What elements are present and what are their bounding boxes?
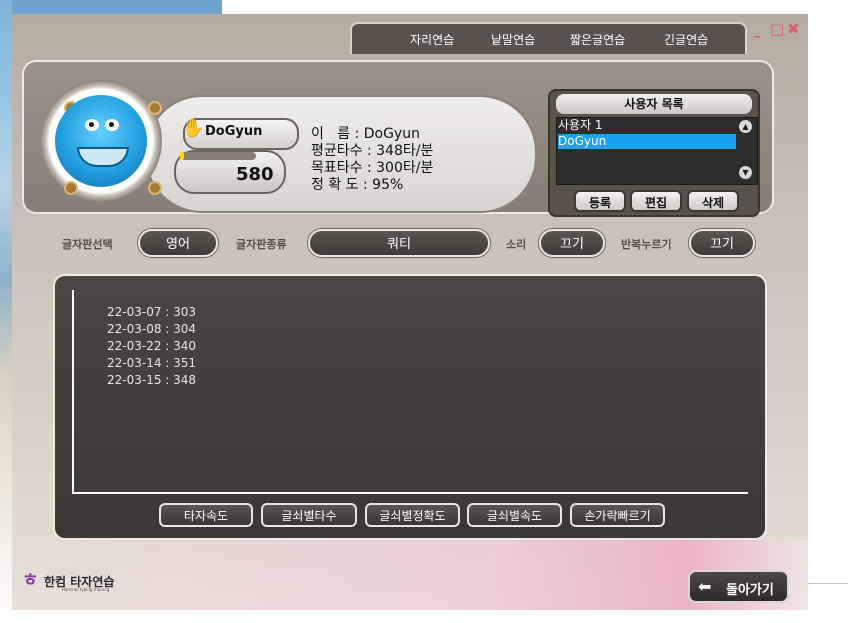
keys-per-key-button[interactable]: 글쇠별타수: [261, 503, 357, 527]
sound-toggle[interactable]: 끄기: [539, 229, 605, 257]
hand-icon: ✋: [182, 118, 205, 139]
scroll-up-icon[interactable]: ▲: [739, 120, 752, 133]
stat-accuracy: 정 확 도 : 95%: [311, 177, 404, 193]
keyboard-select-label: 글자판선택: [62, 238, 113, 251]
back-button-label: 돌아가기: [726, 583, 774, 598]
user-list-item[interactable]: 사용자 1: [558, 118, 736, 133]
user-name: DoGyun: [205, 124, 263, 139]
keyboard-select-dropdown[interactable]: 영어: [138, 229, 218, 257]
register-button[interactable]: 등록: [574, 190, 626, 212]
avatar-eye: [85, 119, 99, 131]
avatar: [55, 95, 147, 187]
desktop-background: [0, 0, 12, 623]
minimize-icon[interactable]: _: [753, 20, 761, 38]
desktop-background-top: [12, 0, 222, 14]
logo-subtext: Hancom typing training: [62, 587, 110, 592]
key-repeat-label: 반복누르기: [621, 238, 672, 251]
back-button[interactable]: ⬅ 돌아가기: [688, 570, 789, 603]
hancom-logo-icon: ㅎ: [22, 570, 39, 591]
typing-speed-button[interactable]: 타자속도: [159, 503, 253, 527]
avatar-mouth: [77, 147, 129, 167]
key-speed-button[interactable]: 글쇠별속도: [467, 503, 562, 527]
user-list-title: 사용자 목록: [556, 94, 752, 114]
user-list-item-selected[interactable]: DoGyun: [558, 134, 736, 149]
close-icon[interactable]: ✖: [787, 20, 800, 38]
delete-button[interactable]: 삭제: [687, 190, 739, 212]
score-value: 580: [236, 164, 274, 185]
record-entry: 22-03-22 : 340: [107, 339, 197, 353]
record-entry: 22-03-07 : 303: [107, 305, 197, 319]
tab-word-practice[interactable]: 낱말연습: [491, 31, 535, 48]
progress-track: [180, 152, 256, 160]
graph-y-axis: [72, 290, 74, 494]
bolt-icon: [148, 181, 162, 195]
keyboard-type-label: 글자판종류: [236, 238, 287, 251]
record-entry: 22-03-14 : 351: [107, 356, 197, 370]
key-repeat-toggle[interactable]: 끄기: [689, 229, 755, 257]
bolt-icon: [148, 101, 162, 115]
edit-button[interactable]: 편집: [630, 190, 682, 212]
avatar-eye: [105, 119, 119, 131]
key-accuracy-button[interactable]: 글쇠별정확도: [365, 503, 460, 527]
tab-short-text-practice[interactable]: 짧은글연습: [570, 31, 625, 48]
keyboard-type-dropdown[interactable]: 쿼티: [308, 229, 490, 257]
tab-long-text-practice[interactable]: 긴글연습: [664, 31, 708, 48]
finger-speed-button[interactable]: 손가락빠르기: [570, 503, 665, 527]
sound-label: 소리: [506, 238, 527, 251]
record-entry: 22-03-15 : 348: [107, 373, 197, 387]
record-entry: 22-03-08 : 304: [107, 322, 197, 336]
practice-tab-bar: 자리연습 낱말연습 짧은글연습 긴글연습: [350, 22, 747, 54]
graph-x-axis: [72, 492, 748, 494]
back-arrow-icon: ⬅: [698, 577, 712, 596]
bolt-icon: [64, 181, 78, 195]
tab-position-practice[interactable]: 자리연습: [410, 31, 454, 48]
progress-fill: [180, 152, 184, 160]
scroll-down-icon[interactable]: ▼: [739, 166, 752, 179]
maximize-icon[interactable]: □: [770, 20, 784, 38]
